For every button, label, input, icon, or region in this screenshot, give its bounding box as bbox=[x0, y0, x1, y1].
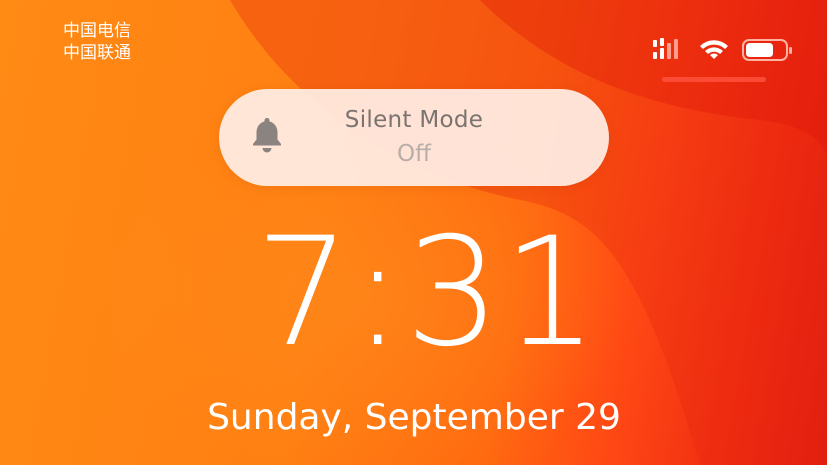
wifi-icon bbox=[700, 40, 728, 59]
carrier-labels: 中国电信 中国联通 bbox=[63, 20, 131, 64]
status-bar-icons bbox=[652, 36, 794, 64]
lock-screen-time: 7:31 bbox=[255, 206, 600, 380]
cellular-signal-icon bbox=[653, 38, 678, 59]
lock-screen-date: Sunday, September 29 bbox=[207, 397, 621, 438]
banner-title: Silent Mode bbox=[344, 107, 484, 133]
silent-mode-banner[interactable]: Silent Mode Off bbox=[219, 89, 609, 186]
bell-icon bbox=[253, 118, 281, 153]
battery-icon bbox=[742, 39, 792, 61]
carrier-name-primary: 中国电信 bbox=[63, 21, 131, 41]
control-center-indicator[interactable] bbox=[662, 77, 766, 82]
carrier-name-secondary: 中国联通 bbox=[63, 43, 131, 63]
banner-status: Off bbox=[397, 141, 431, 167]
